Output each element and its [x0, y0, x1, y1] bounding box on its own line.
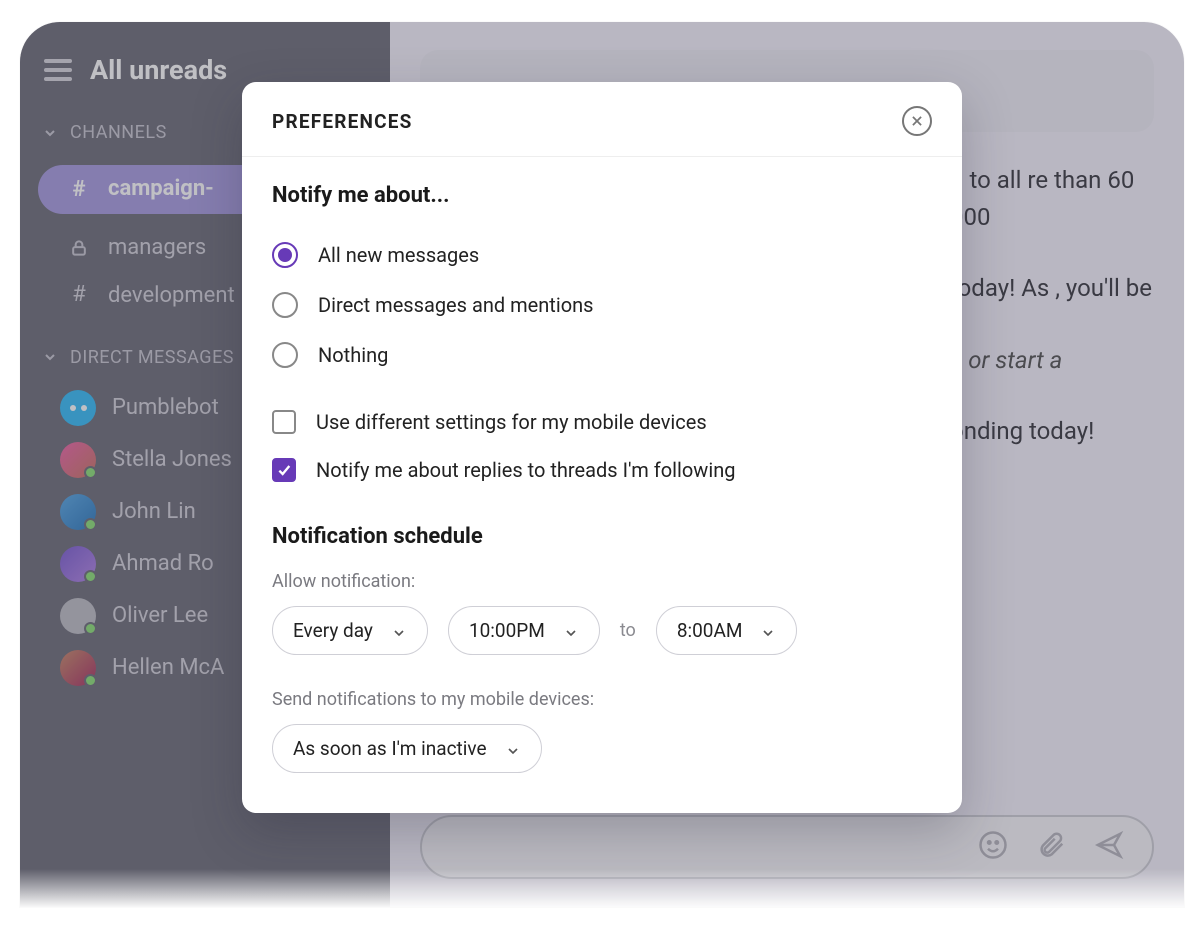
notify-heading: Notify me about... [272, 183, 932, 208]
schedule-heading: Notification schedule [272, 524, 932, 549]
radio-icon [272, 342, 298, 368]
close-button[interactable] [902, 106, 932, 136]
mobile-notify-select[interactable]: As soon as I'm inactive [272, 724, 542, 773]
checkbox-option[interactable]: Notify me about replies to threads I'm f… [272, 446, 932, 494]
radio-option[interactable]: Direct messages and mentions [272, 280, 932, 330]
preferences-modal: PREFERENCES Notify me about... All new m… [242, 82, 962, 813]
time-to-select[interactable]: 8:00AM [656, 606, 798, 655]
time-from-select[interactable]: 10:00PM [448, 606, 600, 655]
allow-notification-label: Allow notification: [272, 571, 932, 592]
checkbox-icon [272, 458, 296, 482]
mobile-notify-label: Send notifications to my mobile devices: [272, 689, 932, 710]
chevron-down-icon [760, 623, 776, 639]
frequency-select[interactable]: Every day [272, 606, 428, 655]
radio-icon [272, 292, 298, 318]
to-label: to [620, 620, 636, 641]
radio-option[interactable]: All new messages [272, 230, 932, 280]
checkbox-option[interactable]: Use different settings for my mobile dev… [272, 398, 932, 446]
modal-title: PREFERENCES [272, 110, 413, 133]
chevron-down-icon [505, 741, 521, 757]
checkbox-icon [272, 410, 296, 434]
radio-icon [272, 242, 298, 268]
chevron-down-icon [563, 623, 579, 639]
radio-option[interactable]: Nothing [272, 330, 932, 380]
chevron-down-icon [391, 623, 407, 639]
